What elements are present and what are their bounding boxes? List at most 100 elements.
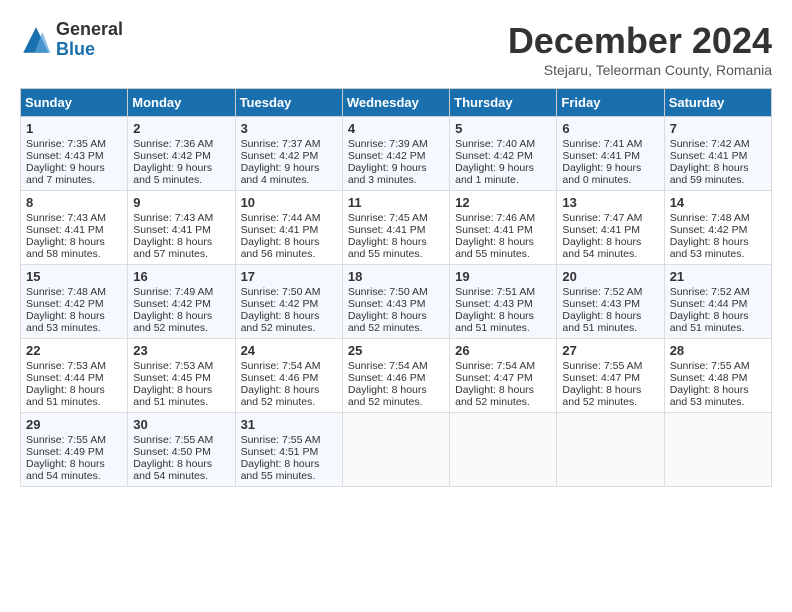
calendar-cell: 30Sunrise: 7:55 AMSunset: 4:50 PMDayligh… (128, 413, 235, 487)
sunrise: Sunrise: 7:49 AM (133, 286, 213, 298)
day-number: 12 (455, 195, 551, 210)
daylight: Daylight: 8 hours and 54 minutes. (26, 458, 105, 482)
calendar-cell (557, 413, 664, 487)
day-number: 6 (562, 121, 658, 136)
calendar-cell: 10Sunrise: 7:44 AMSunset: 4:41 PMDayligh… (235, 191, 342, 265)
daylight: Daylight: 8 hours and 59 minutes. (670, 162, 749, 186)
sunset: Sunset: 4:46 PM (348, 372, 426, 384)
sunset: Sunset: 4:42 PM (26, 298, 104, 310)
sunrise: Sunrise: 7:53 AM (26, 360, 106, 372)
calendar-cell: 5Sunrise: 7:40 AMSunset: 4:42 PMDaylight… (450, 117, 557, 191)
sunrise: Sunrise: 7:54 AM (455, 360, 535, 372)
day-number: 15 (26, 269, 122, 284)
sunset: Sunset: 4:41 PM (562, 150, 640, 162)
calendar-cell: 9Sunrise: 7:43 AMSunset: 4:41 PMDaylight… (128, 191, 235, 265)
calendar-cell: 29Sunrise: 7:55 AMSunset: 4:49 PMDayligh… (21, 413, 128, 487)
sunset: Sunset: 4:42 PM (133, 298, 211, 310)
day-number: 4 (348, 121, 444, 136)
month-title: December 2024 (508, 20, 772, 62)
day-number: 25 (348, 343, 444, 358)
calendar-cell (342, 413, 449, 487)
sunrise: Sunrise: 7:55 AM (562, 360, 642, 372)
sunset: Sunset: 4:46 PM (241, 372, 319, 384)
day-number: 5 (455, 121, 551, 136)
sunset: Sunset: 4:41 PM (348, 224, 426, 236)
day-number: 27 (562, 343, 658, 358)
sunrise: Sunrise: 7:52 AM (670, 286, 750, 298)
sunset: Sunset: 4:42 PM (241, 150, 319, 162)
calendar-cell: 17Sunrise: 7:50 AMSunset: 4:42 PMDayligh… (235, 265, 342, 339)
day-number: 17 (241, 269, 337, 284)
sunrise: Sunrise: 7:55 AM (670, 360, 750, 372)
calendar-cell: 28Sunrise: 7:55 AMSunset: 4:48 PMDayligh… (664, 339, 771, 413)
sunrise: Sunrise: 7:46 AM (455, 212, 535, 224)
sunrise: Sunrise: 7:35 AM (26, 138, 106, 150)
daylight: Daylight: 8 hours and 52 minutes. (562, 384, 641, 408)
daylight: Daylight: 9 hours and 3 minutes. (348, 162, 427, 186)
daylight: Daylight: 9 hours and 7 minutes. (26, 162, 105, 186)
sunrise: Sunrise: 7:48 AM (670, 212, 750, 224)
sunrise: Sunrise: 7:52 AM (562, 286, 642, 298)
calendar-cell: 2Sunrise: 7:36 AMSunset: 4:42 PMDaylight… (128, 117, 235, 191)
sunset: Sunset: 4:41 PM (26, 224, 104, 236)
daylight: Daylight: 8 hours and 52 minutes. (348, 310, 427, 334)
daylight: Daylight: 8 hours and 53 minutes. (26, 310, 105, 334)
day-number: 8 (26, 195, 122, 210)
daylight: Daylight: 8 hours and 56 minutes. (241, 236, 320, 260)
daylight: Daylight: 8 hours and 55 minutes. (455, 236, 534, 260)
sunset: Sunset: 4:42 PM (241, 298, 319, 310)
day-number: 26 (455, 343, 551, 358)
calendar-week-1: 1Sunrise: 7:35 AMSunset: 4:43 PMDaylight… (21, 117, 772, 191)
title-block: December 2024 Stejaru, Teleorman County,… (508, 20, 772, 78)
sunrise: Sunrise: 7:43 AM (133, 212, 213, 224)
day-number: 22 (26, 343, 122, 358)
sunset: Sunset: 4:43 PM (348, 298, 426, 310)
calendar-header-row: Sunday Monday Tuesday Wednesday Thursday… (21, 89, 772, 117)
sunset: Sunset: 4:41 PM (562, 224, 640, 236)
daylight: Daylight: 8 hours and 51 minutes. (670, 310, 749, 334)
day-number: 28 (670, 343, 766, 358)
sunrise: Sunrise: 7:45 AM (348, 212, 428, 224)
calendar-cell: 24Sunrise: 7:54 AMSunset: 4:46 PMDayligh… (235, 339, 342, 413)
daylight: Daylight: 8 hours and 52 minutes. (348, 384, 427, 408)
logo: General Blue (20, 20, 123, 60)
sunset: Sunset: 4:42 PM (348, 150, 426, 162)
calendar-cell: 8Sunrise: 7:43 AMSunset: 4:41 PMDaylight… (21, 191, 128, 265)
sunset: Sunset: 4:43 PM (455, 298, 533, 310)
day-number: 2 (133, 121, 229, 136)
calendar-cell: 14Sunrise: 7:48 AMSunset: 4:42 PMDayligh… (664, 191, 771, 265)
day-number: 11 (348, 195, 444, 210)
day-number: 1 (26, 121, 122, 136)
sunrise: Sunrise: 7:54 AM (241, 360, 321, 372)
sunset: Sunset: 4:51 PM (241, 446, 319, 458)
sunset: Sunset: 4:42 PM (133, 150, 211, 162)
calendar-cell: 16Sunrise: 7:49 AMSunset: 4:42 PMDayligh… (128, 265, 235, 339)
daylight: Daylight: 8 hours and 57 minutes. (133, 236, 212, 260)
calendar-cell: 18Sunrise: 7:50 AMSunset: 4:43 PMDayligh… (342, 265, 449, 339)
daylight: Daylight: 8 hours and 51 minutes. (133, 384, 212, 408)
calendar-cell: 26Sunrise: 7:54 AMSunset: 4:47 PMDayligh… (450, 339, 557, 413)
calendar-cell: 11Sunrise: 7:45 AMSunset: 4:41 PMDayligh… (342, 191, 449, 265)
sunrise: Sunrise: 7:54 AM (348, 360, 428, 372)
day-number: 19 (455, 269, 551, 284)
daylight: Daylight: 9 hours and 5 minutes. (133, 162, 212, 186)
sunrise: Sunrise: 7:42 AM (670, 138, 750, 150)
sunrise: Sunrise: 7:55 AM (241, 434, 321, 446)
location-subtitle: Stejaru, Teleorman County, Romania (508, 62, 772, 78)
day-number: 29 (26, 417, 122, 432)
sunrise: Sunrise: 7:47 AM (562, 212, 642, 224)
header-saturday: Saturday (664, 89, 771, 117)
calendar-cell: 20Sunrise: 7:52 AMSunset: 4:43 PMDayligh… (557, 265, 664, 339)
calendar-table: Sunday Monday Tuesday Wednesday Thursday… (20, 88, 772, 487)
calendar-cell (664, 413, 771, 487)
header-thursday: Thursday (450, 89, 557, 117)
daylight: Daylight: 8 hours and 52 minutes. (455, 384, 534, 408)
sunrise: Sunrise: 7:44 AM (241, 212, 321, 224)
daylight: Daylight: 9 hours and 0 minutes. (562, 162, 641, 186)
calendar-cell: 31Sunrise: 7:55 AMSunset: 4:51 PMDayligh… (235, 413, 342, 487)
sunrise: Sunrise: 7:50 AM (348, 286, 428, 298)
day-number: 13 (562, 195, 658, 210)
daylight: Daylight: 8 hours and 54 minutes. (562, 236, 641, 260)
calendar-cell: 12Sunrise: 7:46 AMSunset: 4:41 PMDayligh… (450, 191, 557, 265)
day-number: 31 (241, 417, 337, 432)
